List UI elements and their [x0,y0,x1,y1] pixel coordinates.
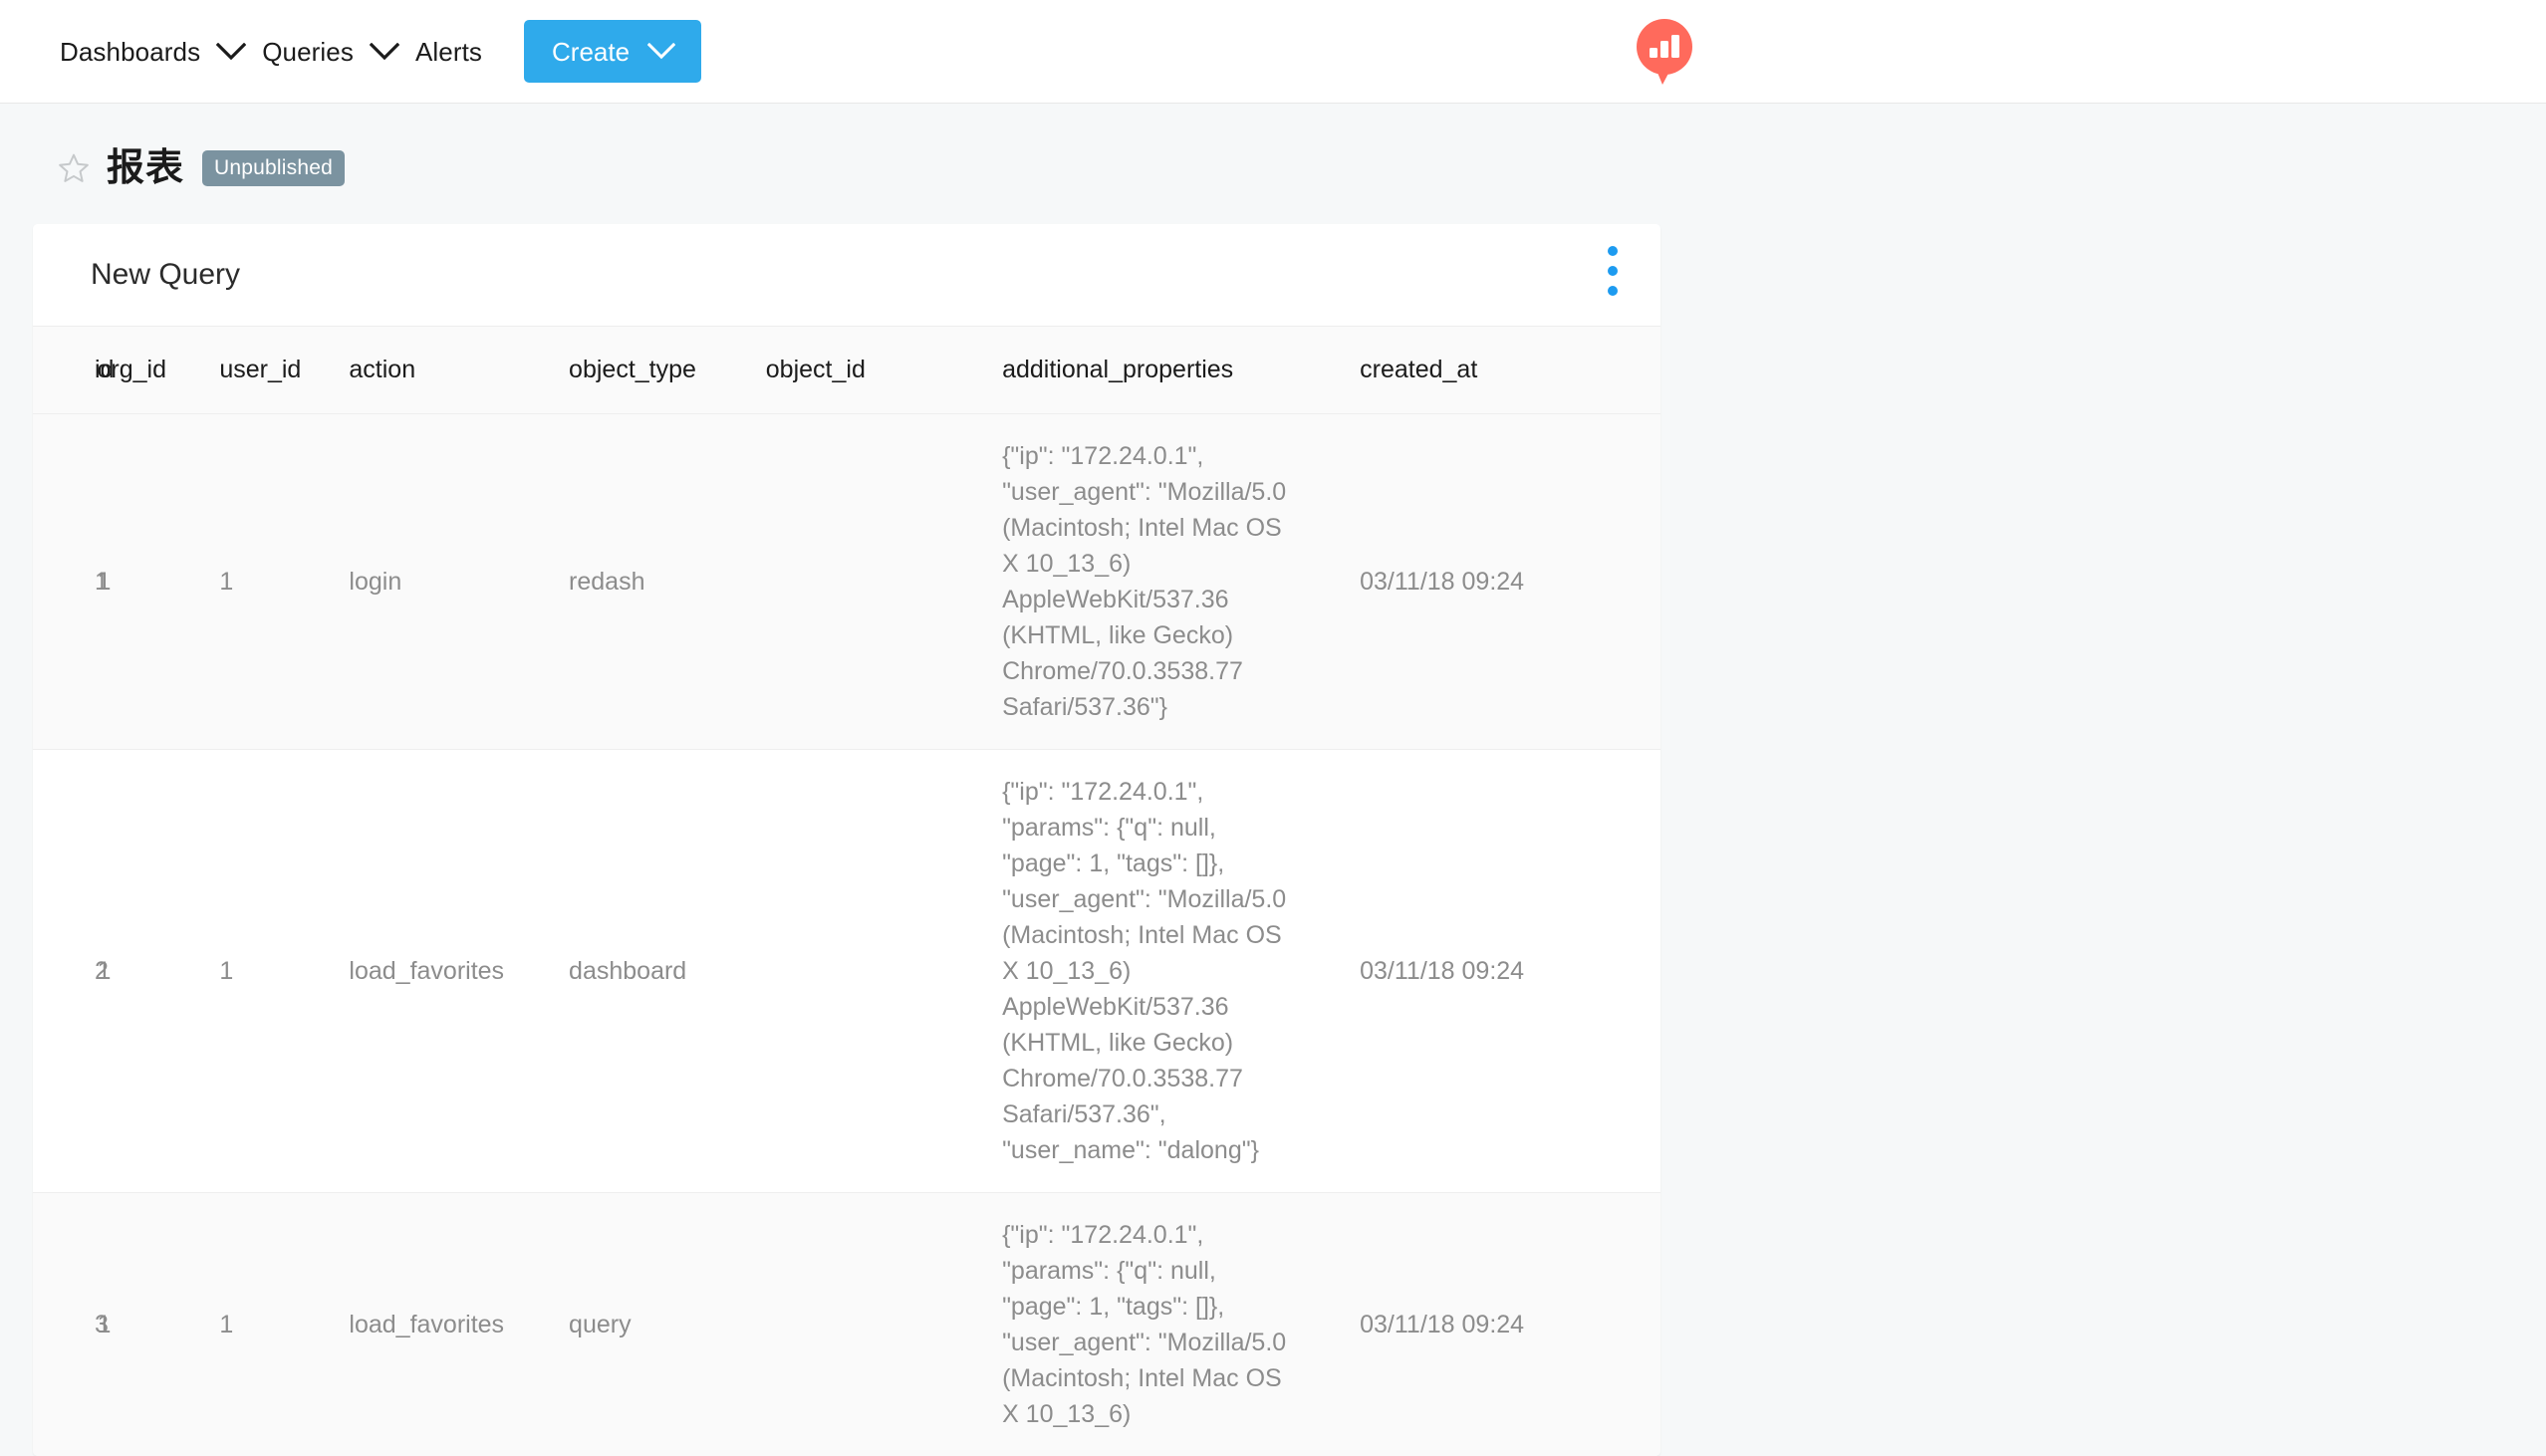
top-navbar: Dashboards Queries Alerts Create [0,0,2546,104]
column-header-id[interactable]: id [33,327,98,414]
cell-object-id [766,1193,1002,1456]
column-header-additional-properties[interactable]: additional_properties [1002,327,1360,414]
cell-object-id [766,414,1002,750]
table-row: 1 1 1 login redash {"ip": "172.24.0.1", … [33,414,1660,750]
cell-additional-properties: {"ip": "172.24.0.1", "params": {"q": nul… [1002,750,1360,1193]
kebab-menu-icon[interactable] [1595,242,1631,300]
card-header: New Query [33,224,1660,326]
column-header-action[interactable]: action [349,327,569,414]
create-button-label: Create [552,39,630,65]
create-button[interactable]: Create [524,20,701,83]
redash-logo[interactable] [1632,18,1697,86]
kebab-dot [1608,286,1618,296]
table-row: 2 1 1 load_favorites dashboard {"ip": "1… [33,750,1660,1193]
cell-object-type: dashboard [569,750,766,1193]
table-row: 3 1 1 load_favorites query {"ip": "172.2… [33,1193,1660,1456]
cell-user-id: 1 [219,750,349,1193]
star-outline-icon[interactable] [57,151,91,185]
queries-chevron-down-icon[interactable] [354,43,415,61]
create-chevron-down-icon [647,43,675,60]
cell-action: load_favorites [349,750,569,1193]
cell-id: 2 [33,750,98,1193]
page-title: 报表 [107,149,184,187]
kebab-dot [1608,266,1618,276]
query-result-card: New Query id org_id user_id action objec… [33,224,1660,1456]
table-header-row: id org_id user_id action object_type obj… [33,327,1660,414]
column-header-user-id[interactable]: user_id [219,327,349,414]
cell-action: load_favorites [349,1193,569,1456]
results-table-head: id org_id user_id action object_type obj… [33,327,1660,414]
column-header-object-id[interactable]: object_id [766,327,1002,414]
page-header: 报表 Unpublished [0,104,2546,195]
card-title: New Query [91,260,240,290]
cell-org-id: 1 [98,750,220,1193]
results-table: id org_id user_id action object_type obj… [33,326,1660,1456]
status-badge: Unpublished [202,150,345,186]
nav-item-queries[interactable]: Queries [262,39,354,65]
cell-created-at: 03/11/18 09:24 [1360,414,1660,750]
cell-id: 3 [33,1193,98,1456]
cell-object-type: query [569,1193,766,1456]
cell-created-at: 03/11/18 09:24 [1360,1193,1660,1456]
cell-object-type: redash [569,414,766,750]
cell-id: 1 [33,414,98,750]
results-table-body: 1 1 1 login redash {"ip": "172.24.0.1", … [33,414,1660,1456]
column-header-object-type[interactable]: object_type [569,327,766,414]
cell-user-id: 1 [219,414,349,750]
kebab-dot [1608,246,1618,256]
dashboards-chevron-down-icon[interactable] [200,43,262,61]
cell-user-id: 1 [219,1193,349,1456]
cell-additional-properties: {"ip": "172.24.0.1", "params": {"q": nul… [1002,1193,1360,1456]
cell-org-id: 1 [98,414,220,750]
cell-created-at: 03/11/18 09:24 [1360,750,1660,1193]
cell-action: login [349,414,569,750]
column-header-created-at[interactable]: created_at [1360,327,1660,414]
nav-item-dashboards[interactable]: Dashboards [60,39,200,65]
nav-item-alerts[interactable]: Alerts [415,39,482,65]
cell-additional-properties: {"ip": "172.24.0.1", "user_agent": "Mozi… [1002,414,1360,750]
cell-object-id [766,750,1002,1193]
column-header-org-id[interactable]: org_id [98,327,220,414]
cell-org-id: 1 [98,1193,220,1456]
